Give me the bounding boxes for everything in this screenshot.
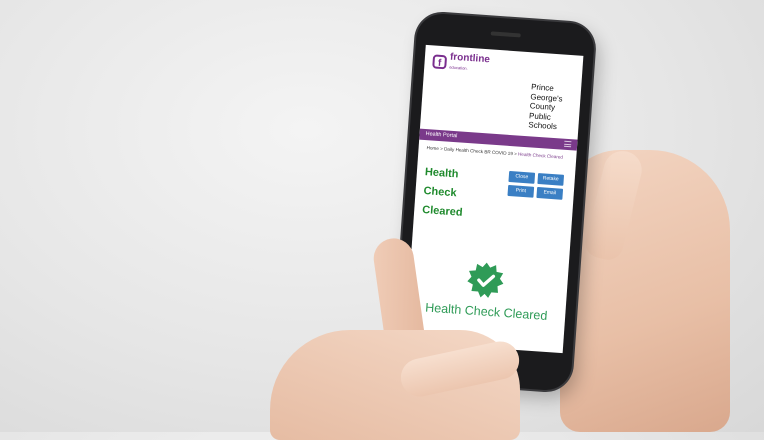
print-button[interactable]: Print bbox=[507, 184, 535, 198]
navbar-title: Health Portal bbox=[425, 131, 458, 140]
close-button[interactable]: Close bbox=[508, 170, 536, 184]
earpiece bbox=[490, 31, 521, 38]
right-hand bbox=[560, 150, 730, 432]
hamburger-menu-icon[interactable] bbox=[564, 140, 572, 148]
frontline-logo-icon: f bbox=[432, 54, 448, 70]
breadcrumb-daily-check[interactable]: Daily Health Check BR COVID 19 bbox=[444, 146, 513, 156]
phone-screen: f frontline education. Prince George's C… bbox=[405, 44, 584, 354]
verified-check-badge-icon bbox=[467, 262, 504, 298]
photo-scene: f frontline education. Prince George's C… bbox=[0, 0, 764, 440]
breadcrumb-current: Health Check Cleared bbox=[517, 151, 564, 160]
district-name: Prince George's County Public Schools bbox=[528, 82, 563, 132]
cleared-message: Health Check Cleared bbox=[424, 300, 548, 323]
breadcrumb-home[interactable]: Home bbox=[426, 145, 439, 151]
email-button[interactable]: Email bbox=[536, 186, 564, 200]
status-heading: Health Check Cleared bbox=[421, 166, 463, 219]
frontline-logo[interactable]: f frontline education. bbox=[432, 51, 490, 75]
action-buttons: Close Retake Print Email bbox=[507, 170, 567, 200]
retake-button[interactable]: Retake bbox=[537, 173, 565, 186]
